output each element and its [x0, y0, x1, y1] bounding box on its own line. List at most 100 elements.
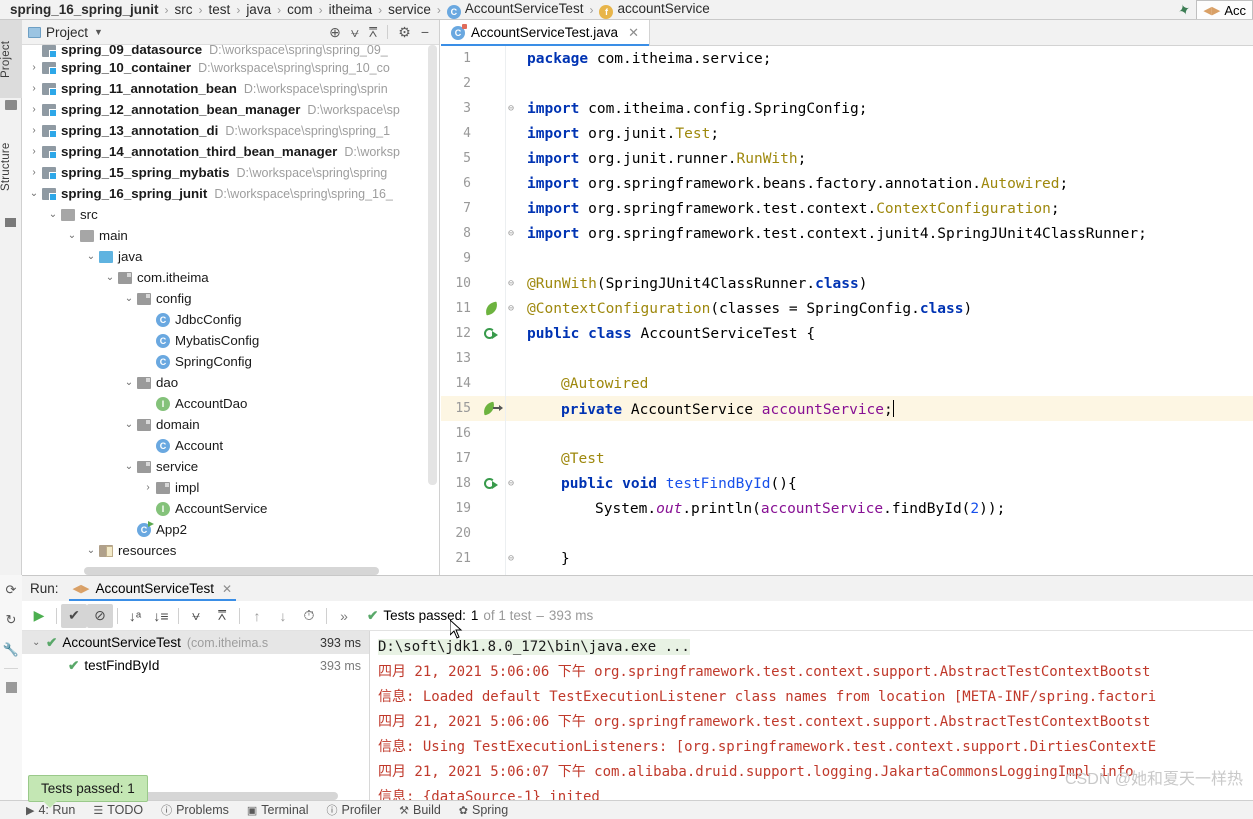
tree-node[interactable]: ⌄ domain [22, 414, 439, 435]
code-line[interactable]: 10 ⊖ @RunWith(SpringJUnit4ClassRunner.clas… [441, 271, 1253, 296]
code-line[interactable]: 3 ⊖ import com.itheima.config.SpringConfig… [441, 96, 1253, 121]
tree-node[interactable]: › spring_11_annotation_bean D:\workspace\s… [22, 78, 439, 99]
code-line[interactable]: 9 [441, 246, 1253, 271]
spring-item[interactable]: ✿ Spring [459, 803, 508, 817]
project-tree[interactable]: spring_09_datasource D:\workspace\spring\… [22, 45, 439, 575]
tree-node[interactable]: ⌄ main [22, 225, 439, 246]
build-hammer-icon[interactable]: ✦ [1175, 0, 1193, 19]
code-fold-icon[interactable]: ⊖ [505, 278, 517, 289]
chevron-down-icon[interactable]: ⌄ [121, 293, 137, 304]
tree-node[interactable]: ⌄ resources [22, 540, 439, 561]
code-line[interactable]: 13 [441, 346, 1253, 371]
problems-item[interactable]: ⓘ Problems [161, 802, 229, 818]
tree-node[interactable]: › spring_13_annotation_di D:\workspace\spr… [22, 120, 439, 141]
tree-node[interactable]: I AccountDao [22, 393, 439, 414]
code-fold-icon[interactable]: ⊖ [505, 103, 517, 114]
show-ignored-toggle[interactable]: ⊘ [87, 603, 113, 628]
code-line[interactable]: 15 private AccountService accountService; [441, 396, 1253, 421]
settings-wrench-icon[interactable]: 🔧 [0, 635, 22, 665]
expand-all-icon[interactable]: ⩝ [351, 25, 359, 39]
code-area[interactable]: 1 package com.itheima.service; 2 3 ⊖ import c… [441, 46, 1253, 575]
code-line[interactable]: 16 [441, 421, 1253, 446]
test-history-button[interactable]: ⏱ [296, 604, 322, 628]
run-configuration-selector[interactable]: ◀▶ Acc [1196, 0, 1253, 19]
code-line[interactable]: 5 import org.junit.runner.RunWith; [441, 146, 1253, 171]
code-line[interactable]: 18 ⊖ public void testFindById(){ [441, 471, 1253, 496]
tree-node[interactable]: ⌄ config [22, 288, 439, 309]
breadcrumb-item-java[interactable]: java [244, 2, 273, 17]
code-line[interactable]: 8 ⊖ import org.springframework.test.contex… [441, 221, 1253, 246]
run-test-icon[interactable] [477, 477, 505, 491]
chevron-down-icon[interactable]: ⌄ [102, 272, 118, 283]
chevron-down-icon[interactable]: ⌄ [121, 377, 137, 388]
show-passed-toggle[interactable]: ✔ [61, 603, 87, 628]
previous-failed-button[interactable]: ↑ [244, 604, 270, 628]
next-failed-button[interactable]: ↓ [270, 604, 296, 628]
tab-account-service-test[interactable]: C AccountServiceTest.java ✕ [441, 20, 650, 46]
tree-node[interactable]: ⌄ spring_16_spring_junit D:\workspace\spri… [22, 183, 439, 204]
chevron-right-icon[interactable]: › [26, 104, 42, 115]
chevron-down-icon[interactable]: ⌄ [83, 251, 99, 262]
chevron-down-icon[interactable]: ⌄ [32, 637, 46, 648]
breadcrumb-item-com[interactable]: com [285, 2, 315, 17]
tree-node[interactable]: ⌄ service [22, 456, 439, 477]
tree-node[interactable]: ⌄ dao [22, 372, 439, 393]
tree-node[interactable]: › spring_14_annotation_third_bean_manager… [22, 141, 439, 162]
chevron-down-icon[interactable]: ⌄ [121, 461, 137, 472]
code-line[interactable]: 7 import org.springframework.test.context… [441, 196, 1253, 221]
tree-node[interactable]: ⌄ java [22, 246, 439, 267]
run-test-icon[interactable] [477, 327, 505, 341]
code-line[interactable]: 20 [441, 521, 1253, 546]
code-line[interactable]: 19 System.out.println(accountService.find… [441, 496, 1253, 521]
test-tree-row[interactable]: ✔ testFindById 393 ms [22, 654, 369, 677]
chevron-down-icon[interactable]: ⌄ [83, 545, 99, 556]
chevron-down-icon[interactable]: ⌄ [26, 188, 42, 199]
code-line[interactable]: 12 public class AccountServiceTest { [441, 321, 1253, 346]
chevron-right-icon[interactable]: › [26, 167, 42, 178]
expand-all-button[interactable]: ⩝ [183, 604, 209, 628]
restart-icon[interactable]: ↻ [0, 605, 22, 635]
breadcrumb-item-src[interactable]: src [173, 2, 195, 17]
rerun-failed-tests-icon[interactable]: ⟳ [0, 575, 22, 605]
run-tab-account-service-test[interactable]: ◀▶ AccountServiceTest ✕ [68, 576, 237, 601]
tree-node[interactable]: I AccountService [22, 498, 439, 519]
sidebar-item-structure[interactable]: Structure [0, 120, 22, 214]
spring-bean-icon[interactable] [477, 401, 505, 416]
chevron-right-icon[interactable]: › [26, 146, 42, 157]
collapse-all-icon[interactable]: ⩞ [369, 25, 378, 39]
breadcrumb-item-itheima[interactable]: itheima [327, 2, 375, 17]
chevron-down-icon[interactable]: ⌄ [45, 209, 61, 220]
tree-node[interactable]: › impl [22, 477, 439, 498]
settings-gear-icon[interactable]: ⚙ [398, 25, 411, 39]
spring-leaf-icon[interactable] [477, 301, 505, 316]
chevron-down-icon[interactable]: ⌄ [64, 230, 80, 241]
build-item[interactable]: ⚒ Build [399, 803, 441, 817]
tree-node[interactable]: › spring_12_annotation_bean_manager D:\wor… [22, 99, 439, 120]
breadcrumb-item-service[interactable]: service [386, 2, 433, 17]
sort-alphabetically-button[interactable]: ↓ᵃ [122, 604, 148, 628]
code-line[interactable]: 4 import org.junit.Test; [441, 121, 1253, 146]
more-options-button[interactable]: » [331, 604, 357, 628]
tree-node[interactable]: ⌄ com.itheima [22, 267, 439, 288]
code-line[interactable]: 21 ⊖} [441, 546, 1253, 571]
sidebar-item-project[interactable]: Project [0, 20, 22, 98]
collapse-all-button[interactable]: ⩞ [209, 604, 235, 628]
code-fold-icon[interactable]: ⊖ [505, 228, 517, 239]
tree-node[interactable]: spring_09_datasource D:\workspace\spring\… [22, 45, 439, 57]
tree-node[interactable]: C Account [22, 435, 439, 456]
test-tree-row[interactable]: ⌄ ✔ AccountServiceTest (com.itheima.s 393 ms [22, 631, 369, 654]
tree-node[interactable]: C App2 [22, 519, 439, 540]
code-line[interactable]: 14 @Autowired [441, 371, 1253, 396]
code-fold-icon[interactable]: ⊖ [505, 553, 517, 564]
project-tree-vscrollbar[interactable] [428, 45, 437, 485]
chevron-right-icon[interactable]: › [140, 482, 156, 493]
code-line[interactable]: 2 [441, 71, 1253, 96]
tree-node[interactable]: C SpringConfig [22, 351, 439, 372]
chevron-right-icon[interactable]: › [26, 62, 42, 73]
tree-node[interactable]: ⌄ src [22, 204, 439, 225]
breadcrumb-item-accountservicetest[interactable]: C AccountServiceTest [445, 1, 586, 19]
code-line[interactable]: 17 @Test [441, 446, 1253, 471]
chevron-right-icon[interactable]: › [26, 125, 42, 136]
locate-icon[interactable]: ⊕ [329, 25, 341, 39]
close-icon[interactable]: ✕ [222, 582, 232, 596]
